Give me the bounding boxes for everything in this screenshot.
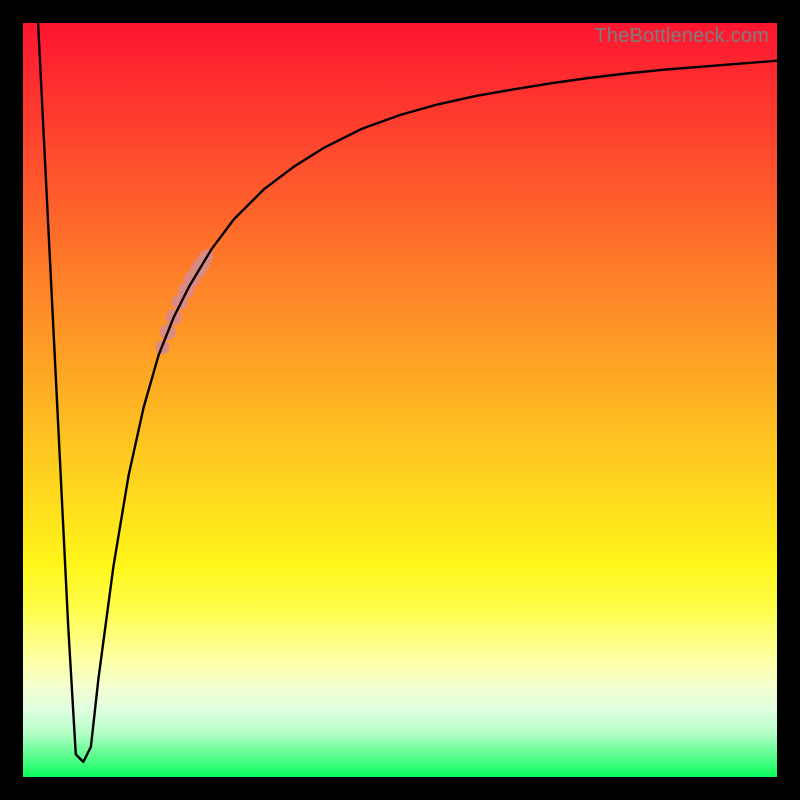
- chart-frame: TheBottleneck.com: [0, 0, 800, 800]
- plot-area: TheBottleneck.com: [23, 23, 777, 777]
- bottleneck-curve: [38, 23, 777, 762]
- chart-svg: [23, 23, 777, 777]
